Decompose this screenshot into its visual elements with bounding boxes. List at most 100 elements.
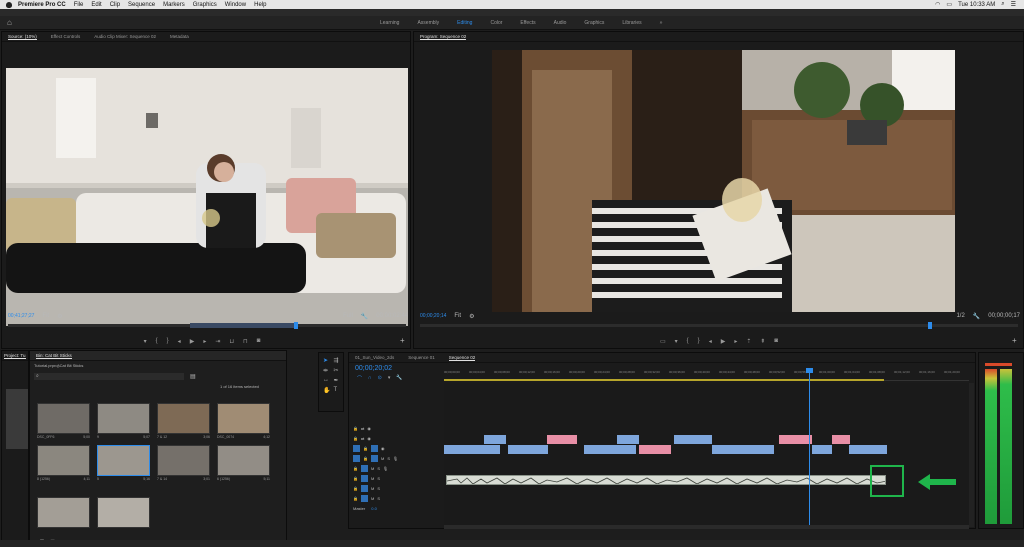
mic-icon[interactable]: 🎙	[393, 456, 398, 461]
program-add-button-icon[interactable]: +	[1012, 336, 1017, 345]
clip-v3[interactable]	[547, 435, 577, 444]
list-icon[interactable]: ☰	[1011, 1, 1016, 8]
timeline-timecode[interactable]: 00;00;20;02	[355, 365, 392, 372]
bin-item[interactable]: 9 5;07	[97, 403, 157, 439]
prog-export-frame-icon[interactable]: ◙	[774, 338, 778, 344]
clip-v2[interactable]	[639, 445, 671, 454]
sync-lock-icon[interactable]: ⇄	[361, 436, 364, 441]
prog-mark-out-icon[interactable]: }	[698, 338, 700, 344]
mute-icon[interactable]: M	[371, 496, 374, 501]
bin-item[interactable]: 7 & 14 3;01	[157, 445, 217, 481]
bin-item-thumbnail[interactable]	[97, 497, 150, 528]
clip-v3[interactable]	[484, 435, 506, 444]
program-wrench-icon[interactable]: 🔧	[973, 313, 980, 320]
lock-track-icon[interactable]: 🔒	[363, 456, 368, 461]
solo-icon[interactable]: S	[377, 486, 380, 491]
bin-item[interactable]: DSC_0FF6 5;00	[37, 403, 97, 439]
mark-in-icon[interactable]: ▾	[144, 338, 147, 345]
tab-sequence-02[interactable]: Sequence 02	[448, 355, 476, 361]
wifi-icon[interactable]: ◠	[935, 1, 940, 8]
bin-item-thumbnail[interactable]	[37, 497, 90, 528]
track-target-v1[interactable]	[370, 444, 378, 452]
timeline-horizontal-scrollbar[interactable]	[444, 525, 969, 529]
prog-marker-icon[interactable]: ▾	[675, 338, 678, 345]
peak-indicator[interactable]	[985, 363, 1012, 366]
lock-track-icon[interactable]: 🔒	[363, 446, 368, 451]
bin-item[interactable]: 7 & 12 3;06	[157, 403, 217, 439]
prog-mark-in-icon[interactable]: {	[687, 338, 689, 344]
source-timecode-in[interactable]: 00;41;27;27	[8, 313, 34, 319]
tab-metadata[interactable]: Metadata	[170, 34, 189, 39]
ripple-edit-tool-icon[interactable]: ⇹	[323, 367, 330, 374]
solo-icon[interactable]: S	[377, 476, 380, 481]
prog-extract-icon[interactable]: ⇞	[760, 338, 765, 345]
new-bin-icon[interactable]: ▤	[190, 373, 196, 380]
menu-window[interactable]: Window	[225, 2, 246, 8]
track-target-a3[interactable]	[360, 474, 368, 482]
overflow-icon[interactable]: »	[660, 20, 663, 26]
clip-v3[interactable]	[779, 435, 812, 444]
tab-effect-controls[interactable]: Effect Controls	[51, 34, 80, 39]
prog-safe-margins-icon[interactable]: ▭	[660, 338, 666, 345]
timeline-vertical-scrollbar[interactable]	[969, 383, 974, 527]
mute-icon[interactable]: M	[371, 466, 374, 471]
solo-icon[interactable]: S	[377, 496, 380, 501]
program-quality-select[interactable]: 1/2	[956, 313, 964, 319]
menu-clip[interactable]: Clip	[110, 2, 120, 8]
tab-sequence-sun[interactable]: 01_Sun_Video_2ds	[355, 355, 394, 360]
clip-v2[interactable]	[712, 445, 774, 454]
pen-tool-icon[interactable]: ✒	[333, 377, 339, 384]
home-icon[interactable]: ⌂	[7, 19, 15, 27]
workspace-audio[interactable]: Audio	[554, 20, 567, 26]
apple-icon[interactable]	[6, 1, 12, 8]
track-target-a2[interactable]	[360, 464, 368, 472]
mark-out-icon[interactable]: {	[156, 338, 158, 344]
program-fit-select[interactable]: Fit	[454, 313, 461, 319]
insert-icon[interactable]: ⊔	[229, 338, 234, 345]
overwrite-icon[interactable]: ⊓	[243, 338, 248, 345]
program-settings-icon[interactable]: ⚙	[469, 313, 474, 320]
sync-lock-icon[interactable]: ⇄	[361, 426, 364, 431]
tab-sequence-01[interactable]: Sequence 01	[408, 355, 435, 360]
menu-file[interactable]: File	[74, 2, 84, 8]
clip-v2[interactable]	[584, 445, 636, 454]
track-target-a4[interactable]	[360, 484, 368, 492]
clip-v2[interactable]	[444, 445, 500, 454]
workspace-editing[interactable]: Editing	[457, 20, 472, 26]
program-timecode-in[interactable]: 00;00;20;14	[420, 313, 446, 319]
menu-help[interactable]: Help	[254, 2, 266, 8]
playhead-handle[interactable]	[806, 368, 813, 373]
solo-icon[interactable]: S	[377, 466, 380, 471]
eye-icon[interactable]: ◉	[367, 426, 371, 431]
prog-lift-icon[interactable]: ⇡	[746, 338, 751, 345]
workspace-graphics[interactable]: Graphics	[584, 20, 604, 26]
slip-tool-icon[interactable]: ↔	[323, 377, 330, 384]
tab-project[interactable]: Project: Tu	[4, 353, 26, 359]
workspace-learning[interactable]: Learning	[380, 20, 399, 26]
step-forward-icon[interactable]: ▸	[203, 338, 206, 345]
bin-item[interactable]: 6 (1256) 5;11	[217, 445, 277, 481]
workspace-assembly[interactable]: Assembly	[417, 20, 439, 26]
play-icon[interactable]: ▶	[190, 338, 195, 345]
search-icon[interactable]: ⌕	[1001, 1, 1004, 8]
selection-tool-icon[interactable]: ➤	[323, 357, 330, 364]
source-video-frame[interactable]	[6, 68, 408, 328]
type-tool-icon[interactable]: T	[333, 387, 339, 394]
tab-bin[interactable]: Bin: Cat Bit Sticks	[36, 353, 72, 359]
tab-audio-clip-mixer[interactable]: Audio Clip Mixer: Sequence 02	[94, 34, 156, 39]
program-scrub-bar[interactable]	[420, 322, 1018, 329]
clip-v3[interactable]	[674, 435, 712, 444]
hand-tool-icon[interactable]: ✋	[323, 387, 330, 394]
wrench-icon[interactable]: 🔧	[361, 313, 368, 320]
battery-icon[interactable]: ▭	[946, 1, 952, 8]
program-video-frame[interactable]	[492, 50, 955, 312]
linked-selection-icon[interactable]: ⊙	[378, 375, 382, 382]
workspace-color[interactable]: Color	[490, 20, 502, 26]
work-area-bar[interactable]	[444, 379, 884, 381]
mute-icon[interactable]: M	[371, 486, 374, 491]
clip-v2[interactable]	[508, 445, 548, 454]
add-button-icon[interactable]: +	[400, 336, 405, 345]
clip-v2[interactable]	[849, 445, 887, 454]
lock-track-icon[interactable]: 🔒	[353, 436, 358, 441]
razor-tool-icon[interactable]: ✂	[333, 367, 339, 374]
